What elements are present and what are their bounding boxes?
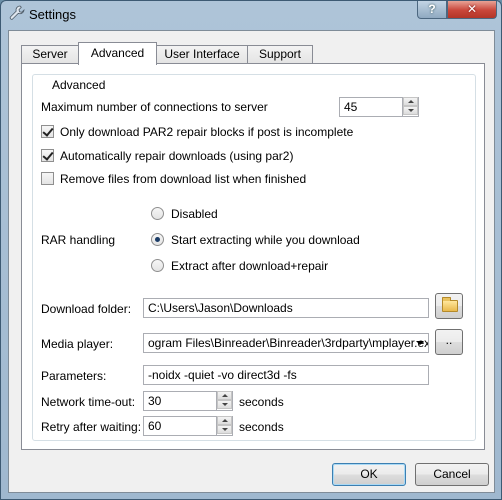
parameters-input[interactable]: -noidx -quiet -vo direct3d -fs xyxy=(143,365,429,385)
folder-icon xyxy=(442,297,458,312)
settings-window: Settings ? ✕ Server Advanced User Interf… xyxy=(0,0,502,500)
par2-blocks-checkbox[interactable] xyxy=(41,125,54,138)
tab-advanced[interactable]: Advanced xyxy=(78,42,157,65)
spin-down-icon[interactable] xyxy=(217,400,232,409)
title-bar[interactable]: Settings ? ✕ xyxy=(1,1,501,27)
spin-down-icon[interactable] xyxy=(403,106,418,115)
retry-after-label: Retry after waiting: xyxy=(41,420,142,434)
auto-repair-label: Automatically repair downloads (using pa… xyxy=(60,149,294,163)
par2-blocks-label: Only download PAR2 repair blocks if post… xyxy=(60,125,354,139)
chevron-down-icon[interactable] xyxy=(413,334,427,352)
browse-media-player-button[interactable]: .. xyxy=(435,329,463,355)
parameters-label: Parameters: xyxy=(41,369,107,383)
rar-disabled-label: Disabled xyxy=(171,207,218,221)
download-folder-label: Download folder: xyxy=(41,302,132,316)
rar-extract-while-downloading-radio[interactable] xyxy=(151,233,164,246)
dialog-body: Server Advanced User Interface Support A… xyxy=(8,30,495,493)
tab-server[interactable]: Server xyxy=(21,45,79,64)
spin-down-icon[interactable] xyxy=(217,425,232,434)
tab-user-interface[interactable]: User Interface xyxy=(156,45,248,64)
close-button[interactable]: ✕ xyxy=(447,1,497,19)
window-title: Settings xyxy=(29,7,76,22)
retry-after-spinner[interactable] xyxy=(216,416,232,436)
wrench-icon xyxy=(9,5,25,20)
rar-extract-while-downloading-label: Start extracting while you download xyxy=(171,233,360,247)
help-button[interactable]: ? xyxy=(417,1,447,19)
media-player-combo[interactable]: ogram Files\Binreader\Binreader\3rdparty… xyxy=(143,333,429,353)
network-timeout-spinner[interactable] xyxy=(216,391,232,411)
remove-finished-checkbox[interactable] xyxy=(41,172,54,185)
max-connections-label: Maximum number of connections to server xyxy=(41,100,268,114)
spin-up-icon[interactable] xyxy=(217,416,232,425)
tab-panel-advanced: Advanced Maximum number of connections t… xyxy=(21,63,485,450)
tab-support[interactable]: Support xyxy=(247,45,313,64)
browse-folder-button[interactable] xyxy=(435,293,463,319)
group-title: Advanced xyxy=(49,78,109,92)
max-connections-spinner[interactable] xyxy=(402,97,418,117)
rar-extract-after-repair-label: Extract after download+repair xyxy=(171,259,329,273)
network-timeout-unit: seconds xyxy=(239,395,284,409)
spin-up-icon[interactable] xyxy=(403,97,418,106)
rar-disabled-radio[interactable] xyxy=(151,207,164,220)
download-folder-input[interactable]: C:\Users\Jason\Downloads xyxy=(143,298,429,318)
rar-extract-after-repair-radio[interactable] xyxy=(151,259,164,272)
media-player-label: Media player: xyxy=(41,337,114,351)
rar-handling-label: RAR handling xyxy=(41,233,116,247)
auto-repair-checkbox[interactable] xyxy=(41,149,54,162)
remove-finished-label: Remove files from download list when fin… xyxy=(60,172,307,186)
network-timeout-label: Network time-out: xyxy=(41,395,136,409)
advanced-groupbox: Advanced Maximum number of connections t… xyxy=(32,74,476,441)
cancel-button[interactable]: Cancel xyxy=(415,463,489,486)
spin-up-icon[interactable] xyxy=(217,391,232,400)
retry-after-unit: seconds xyxy=(239,420,284,434)
ok-button[interactable]: OK xyxy=(332,463,406,486)
